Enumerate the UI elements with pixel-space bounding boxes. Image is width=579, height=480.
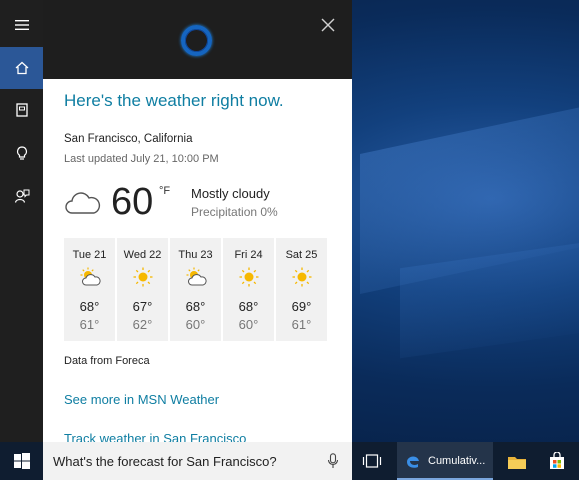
close-icon	[321, 18, 335, 32]
close-button[interactable]	[319, 16, 337, 34]
cortana-logo-icon	[181, 25, 212, 56]
notebook-button[interactable]	[0, 89, 43, 131]
hamburger-menu-button[interactable]	[0, 4, 43, 46]
cloud-icon	[65, 192, 101, 214]
home-icon	[15, 61, 28, 75]
partly-sunny-icon	[186, 267, 207, 286]
forecast-day[interactable]: Fri 24 68° 60°	[223, 238, 274, 341]
cortana-rail	[0, 0, 43, 442]
forecast-low: 60°	[238, 317, 259, 332]
edge-icon	[407, 456, 419, 468]
forecast-day-name: Fri 24	[234, 249, 263, 261]
forecast-day[interactable]: Tue 21 68° 61°	[64, 238, 115, 341]
forecast-low: 62°	[132, 317, 153, 332]
forecast-low: 60°	[185, 317, 206, 332]
panel-header	[43, 0, 352, 79]
task-view-icon[interactable]	[362, 453, 382, 469]
feedback-icon	[14, 189, 29, 203]
store-icon[interactable]	[548, 452, 566, 470]
search-box[interactable]	[43, 442, 352, 480]
forecast-day[interactable]: Wed 22 67° 62°	[117, 238, 168, 341]
weather-heading: Here's the weather right now.	[64, 91, 284, 110]
forecast-high: 68°	[185, 299, 206, 314]
start-button[interactable]	[0, 442, 43, 480]
home-button[interactable]	[0, 47, 43, 89]
lightbulb-icon	[16, 146, 27, 160]
hamburger-menu-icon	[14, 20, 29, 30]
taskbar-edge-item[interactable]: Cumulativ...	[397, 442, 493, 480]
sunny-icon	[133, 267, 153, 287]
current-condition: Mostly cloudy	[191, 186, 270, 201]
windows-logo-icon	[13, 453, 30, 469]
temperature-unit: °F	[159, 185, 171, 197]
forecast-day[interactable]: Sat 25 69° 61°	[276, 238, 327, 341]
forecast-high: 68°	[238, 299, 259, 314]
forecast-low: 61°	[291, 317, 312, 332]
forecast-day[interactable]: Thu 23 68° 60°	[170, 238, 221, 341]
microphone-icon[interactable]	[327, 453, 339, 469]
last-updated-label: Last updated July 21, 10:00 PM	[64, 153, 219, 165]
forecast-day-name: Wed 22	[123, 249, 162, 261]
notebook-icon	[15, 103, 28, 117]
reminders-button[interactable]	[0, 132, 43, 174]
forecast-high: 69°	[291, 299, 312, 314]
forecast-high: 67°	[132, 299, 153, 314]
current-temperature: 60	[111, 181, 154, 223]
file-explorer-icon[interactable]	[507, 454, 527, 470]
forecast-day-name: Thu 23	[178, 249, 213, 261]
sunny-icon	[239, 267, 259, 287]
location-label: San Francisco, California	[64, 133, 193, 145]
edge-window-label: Cumulativ...	[428, 455, 486, 467]
forecast-high: 68°	[79, 299, 100, 314]
forecast-day-name: Tue 21	[72, 249, 107, 261]
forecast-strip: Tue 21 68° 61° Wed 22 67° 62° Thu 23 68°…	[64, 238, 327, 341]
data-source-label: Data from Foreca	[64, 355, 150, 367]
precipitation-label: Precipitation 0%	[191, 205, 278, 219]
search-input[interactable]	[53, 442, 313, 480]
forecast-low: 61°	[79, 317, 100, 332]
cortana-panel: Here's the weather right now. San Franci…	[43, 0, 352, 446]
see-more-msn-weather-link[interactable]: See more in MSN Weather	[64, 392, 219, 407]
partly-sunny-icon	[80, 267, 101, 286]
taskbar: Cumulativ...	[0, 442, 579, 480]
sunny-icon	[292, 267, 312, 287]
feedback-button[interactable]	[0, 175, 43, 217]
forecast-day-name: Sat 25	[285, 249, 318, 261]
